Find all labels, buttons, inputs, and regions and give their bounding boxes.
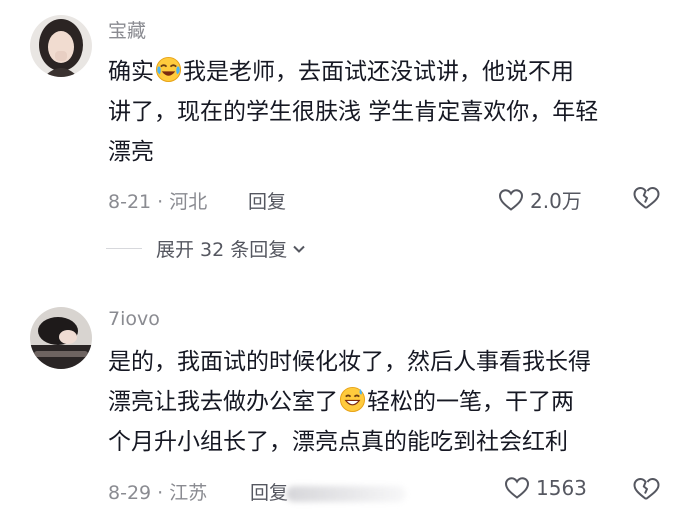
comment-text: 确实 我是老师，去面试还没试讲，他说不用 讲了，现在的学生很肤浅 学生肯定喜欢你… xyxy=(108,52,668,172)
comment-text-segment: 确实 xyxy=(108,59,154,85)
expand-replies-label: 展开 32 条回复 xyxy=(156,239,288,261)
dislike-button[interactable] xyxy=(632,185,660,215)
like-count: 1563 xyxy=(536,476,587,500)
comment-text-segment: 讲了，现在的学生很肤浅 学生肯定喜欢你，年轻 xyxy=(108,99,599,125)
comment-text-segment: 我是老师，去面试还没试讲，他说不用 xyxy=(183,59,574,85)
avatar[interactable] xyxy=(30,307,92,369)
comment-date-location: 8-21 · 河北 xyxy=(108,191,208,213)
avatar[interactable] xyxy=(30,15,92,77)
heart-icon xyxy=(498,188,524,211)
comment-text-segment: 漂亮让我去做办公室了 xyxy=(108,389,338,415)
heart-icon xyxy=(504,477,530,499)
dislike-button[interactable] xyxy=(632,476,660,506)
username[interactable]: 宝藏 xyxy=(108,16,146,43)
expand-divider xyxy=(106,248,142,249)
grinning-sweat-emoji-icon xyxy=(339,386,366,413)
broken-heart-icon xyxy=(633,187,660,209)
comment-date-location: 8-29 · 江苏 xyxy=(108,482,208,504)
username[interactable]: 7iovo xyxy=(108,308,160,330)
blurred-overlay xyxy=(286,486,406,502)
reply-button[interactable]: 回复 xyxy=(250,478,288,505)
avatar-image xyxy=(30,307,92,369)
comment-text-segment: 是的，我面试的时候化妆了，然后人事看我长得 xyxy=(108,349,591,375)
chevron-down-icon xyxy=(293,245,305,253)
like-count: 2.0万 xyxy=(530,189,582,213)
comment-item: 宝藏 确实 我是老师，去面试还没试讲，他说不用 讲了，现在的学生很肤浅 学生肯定… xyxy=(0,0,690,290)
like-button[interactable]: 1563 xyxy=(504,476,587,500)
broken-heart-icon xyxy=(633,478,660,500)
comment-text-segment: 个月升小组长了，漂亮点真的能吃到社会红利 xyxy=(108,429,568,455)
avatar-image xyxy=(30,15,92,77)
comment-text-segment: 漂亮 xyxy=(108,139,154,165)
reply-button[interactable]: 回复 xyxy=(248,187,286,214)
expand-replies-button[interactable]: 展开 32 条回复 xyxy=(106,235,307,262)
like-button[interactable]: 2.0万 xyxy=(498,185,582,214)
comment-text-segment: 轻松的一笔，干了两 xyxy=(367,389,574,415)
comment-item: 7iovo 是的，我面试的时候化妆了，然后人事看我长得 漂亮让我去做办公室了 轻… xyxy=(0,290,690,513)
comment-text: 是的，我面试的时候化妆了，然后人事看我长得 漂亮让我去做办公室了 轻松的一笔，干… xyxy=(108,342,678,462)
crying-laughing-emoji-icon xyxy=(155,56,182,83)
